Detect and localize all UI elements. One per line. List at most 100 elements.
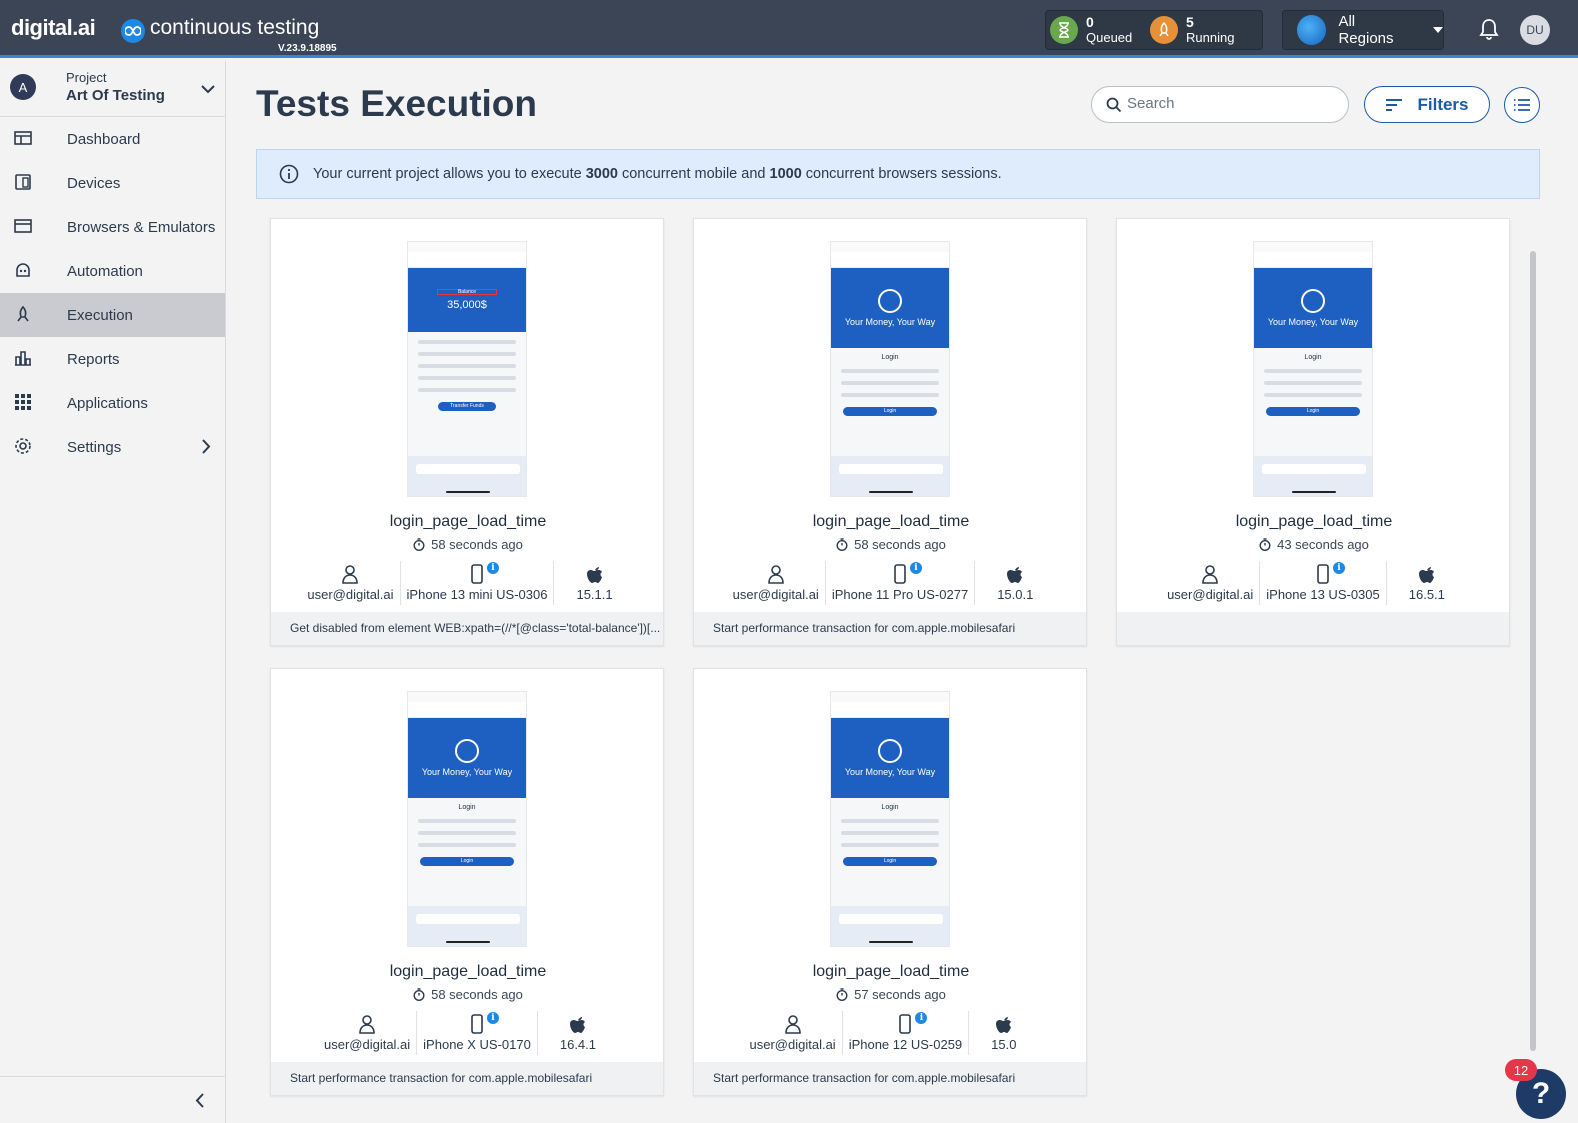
queued-status[interactable]: 0 Queued — [1050, 15, 1132, 45]
device-name: iPhone 12 US-0259 — [848, 1037, 963, 1052]
filter-icon — [1386, 98, 1403, 111]
phone-icon: i — [471, 561, 499, 587]
test-name[interactable]: login_page_load_time — [694, 963, 1088, 981]
device-screenshot[interactable]: Balance 35,000$ Transfer Funds — [407, 241, 527, 497]
execution-card[interactable]: Your Money, Your Way Login Login login_p… — [693, 668, 1087, 1096]
test-name[interactable]: login_page_load_time — [1117, 513, 1511, 531]
project-avatar: A — [10, 74, 36, 100]
continuous-testing-icon — [121, 19, 145, 43]
sidebar-item-reports[interactable]: Reports — [0, 337, 225, 381]
stopwatch-icon — [836, 538, 848, 551]
execution-card[interactable]: Your Money, Your Way Login Login login_p… — [693, 218, 1087, 646]
apple-icon — [1007, 561, 1023, 587]
sidebar-item-settings[interactable]: Settings — [0, 425, 225, 469]
region-selector[interactable]: All Regions — [1282, 10, 1444, 50]
meta-user: user@digital.ai — [1161, 561, 1261, 605]
test-name[interactable]: login_page_load_time — [271, 963, 665, 981]
os-version: 16.4.1 — [559, 1037, 597, 1052]
info-icon[interactable]: i — [1333, 562, 1345, 574]
info-icon[interactable]: i — [910, 562, 922, 574]
device-screenshot[interactable]: Your Money, Your Way Login Login — [830, 691, 950, 947]
sidebar-item-dashboard[interactable]: Dashboard — [0, 117, 225, 161]
test-time: 58 seconds ago — [271, 987, 665, 1002]
test-name[interactable]: login_page_load_time — [694, 513, 1088, 531]
sidebar-item-devices[interactable]: Devices — [0, 161, 225, 205]
meta-user: user@digital.ai — [727, 561, 826, 605]
elapsed-time: 58 seconds ago — [431, 537, 523, 552]
browser-icon — [14, 217, 34, 237]
project-selector[interactable]: A Project Art Of Testing — [0, 61, 225, 117]
info-banner: Your current project allows you to execu… — [256, 149, 1540, 199]
user-icon — [358, 1011, 376, 1037]
running-status[interactable]: 5 Running — [1150, 15, 1234, 45]
bell-icon[interactable] — [1479, 18, 1499, 45]
scrollbar-thumb[interactable] — [1530, 251, 1536, 1051]
sidebar-item-label: Applications — [67, 394, 148, 412]
sidebar-collapse-button[interactable] — [0, 1076, 226, 1123]
list-view-button[interactable] — [1504, 87, 1540, 123]
user-email: user@digital.ai — [1167, 587, 1254, 602]
queued-label: Queued — [1086, 30, 1133, 45]
project-name: Art Of Testing — [66, 87, 165, 104]
queue-status[interactable]: 0 Queued 5 Running — [1045, 10, 1263, 50]
info-icon[interactable]: i — [487, 1012, 500, 1024]
sidebar-item-label: Settings — [67, 438, 122, 456]
info-icon[interactable]: i — [487, 562, 499, 574]
screenshot-balance-amount: 35,000$ — [447, 299, 487, 311]
test-name[interactable]: login_page_load_time — [271, 513, 665, 531]
sidebar-item-automation[interactable]: Automation — [0, 249, 225, 293]
search-input[interactable] — [1127, 95, 1337, 112]
screenshot-hero-text: Your Money, Your Way — [421, 767, 513, 777]
test-meta: user@digital.ai i iPhone 12 US-0259 15.0 — [694, 1011, 1088, 1055]
meta-os: 15.0.1 — [975, 561, 1055, 605]
brand-logo[interactable]: digital.ai — [11, 15, 96, 41]
info-icon[interactable]: i — [915, 1012, 928, 1024]
device-screenshot[interactable]: Your Money, Your Way Login Login — [1253, 241, 1373, 497]
search-box[interactable] — [1091, 86, 1349, 123]
meta-user: user@digital.ai — [318, 1011, 418, 1055]
chevron-right-icon — [202, 439, 211, 459]
chevron-down-icon[interactable] — [201, 81, 215, 99]
rocket-icon — [1150, 16, 1178, 44]
user-icon — [341, 561, 359, 587]
filters-button[interactable]: Filters — [1364, 86, 1490, 123]
sidebar-item-execution[interactable]: Execution — [0, 293, 225, 337]
screenshot-login-button: Login — [843, 857, 937, 866]
apple-icon — [569, 1011, 586, 1037]
execution-card[interactable]: Your Money, Your Way Login Login login_p… — [1116, 218, 1510, 646]
execution-card[interactable]: Your Money, Your Way Login Login login_p… — [270, 668, 664, 1096]
sidebar-item-label: Dashboard — [67, 130, 141, 148]
last-step: Get disabled from element WEB:xpath=(//*… — [271, 612, 663, 645]
last-step: Start performance transaction for com.ap… — [694, 1062, 1086, 1095]
os-version: 15.0.1 — [997, 587, 1034, 602]
device-name: iPhone 13 US-0305 — [1266, 587, 1380, 602]
mobile-session-count: 3000 — [585, 166, 618, 182]
screenshot-login-button: Login — [420, 857, 514, 866]
screenshot-transfer-button: Transfer Funds — [438, 402, 496, 411]
sidebar-item-label: Devices — [67, 174, 121, 192]
device-screenshot[interactable]: Your Money, Your Way Login Login — [830, 241, 950, 497]
sidebar-item-browsers-emulators[interactable]: Browsers & Emulators — [0, 205, 225, 249]
phone-icon: i — [894, 561, 922, 587]
screenshot-login-button: Login — [843, 407, 937, 416]
test-meta: user@digital.ai i iPhone 13 US-0305 16.5… — [1117, 561, 1511, 605]
phone-icon: i — [471, 1011, 500, 1037]
gear-icon — [14, 437, 34, 457]
sidebar-item-applications[interactable]: Applications — [0, 381, 225, 425]
device-name: iPhone 11 Pro US-0277 — [831, 587, 969, 602]
meta-user: user@digital.ai — [744, 1011, 843, 1055]
test-meta: user@digital.ai i iPhone X US-0170 16.4.… — [271, 1011, 665, 1055]
execution-card[interactable]: Balance 35,000$ Transfer Funds login_pag… — [270, 218, 664, 646]
user-avatar[interactable]: DU — [1520, 15, 1550, 45]
dashboard-icon — [14, 129, 34, 149]
apple-icon — [586, 561, 603, 587]
page-title: Tests Execution — [256, 83, 538, 124]
device-screenshot[interactable]: Your Money, Your Way Login Login — [407, 691, 527, 947]
devices-icon — [14, 173, 34, 193]
robot-icon — [14, 261, 34, 281]
last-step: Start performance transaction for com.ap… — [271, 1062, 663, 1095]
user-icon — [1201, 561, 1219, 587]
screenshot-hero-text: Your Money, Your Way — [844, 767, 936, 777]
user-email: user@digital.ai — [732, 587, 819, 602]
caret-down-icon — [1433, 27, 1443, 33]
